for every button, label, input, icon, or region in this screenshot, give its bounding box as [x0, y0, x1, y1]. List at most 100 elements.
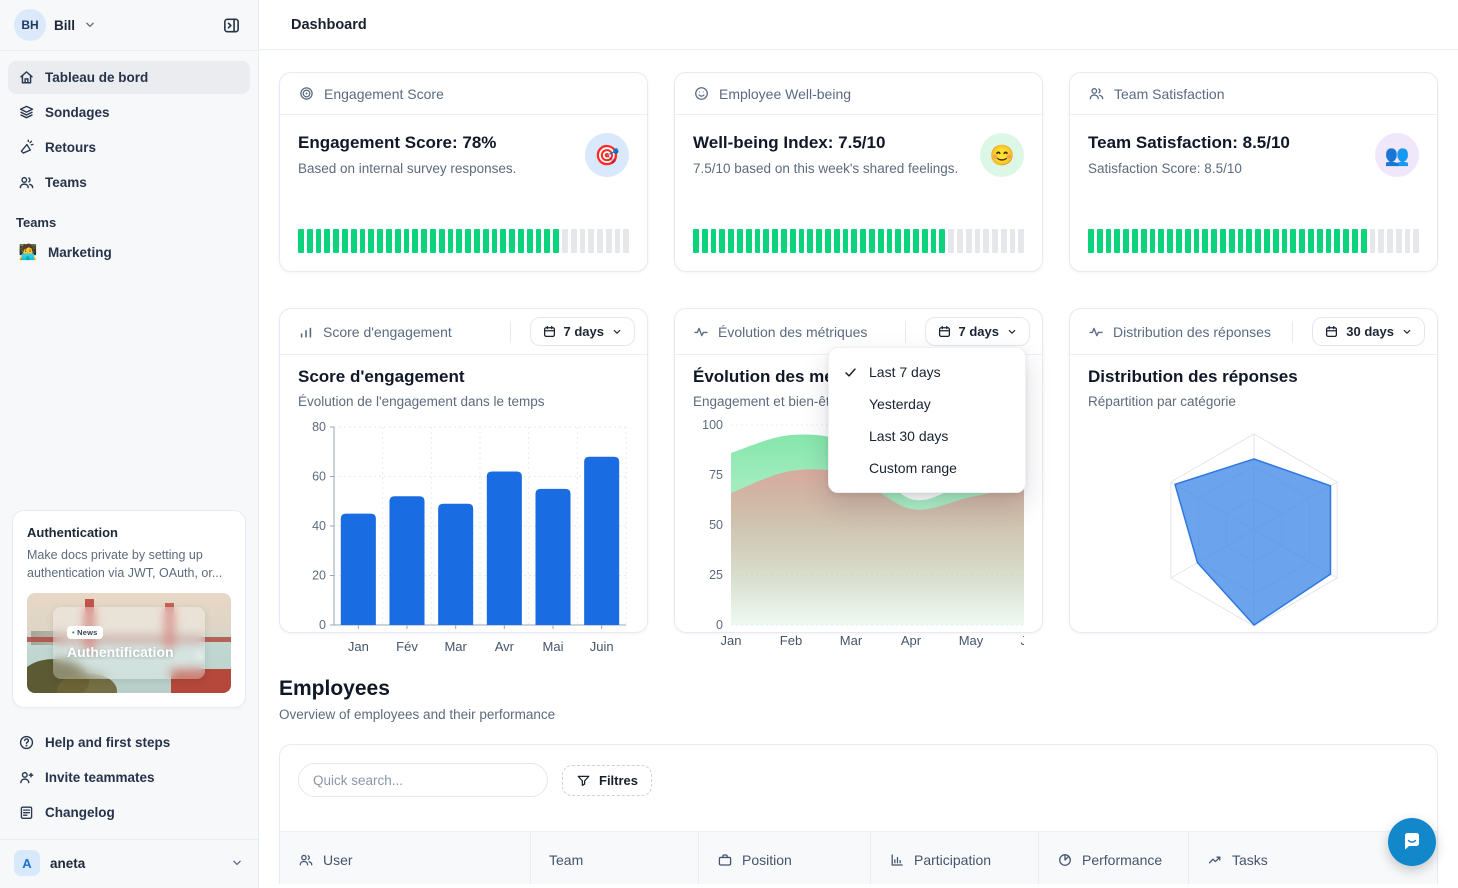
svg-text:100: 100	[702, 418, 723, 432]
svg-text:50: 50	[709, 518, 723, 532]
date-range-button[interactable]: 7 days	[530, 317, 635, 346]
chart-card-metrics-evolution: Évolution des métriques 7 days	[674, 308, 1043, 633]
progress-segment	[851, 229, 857, 253]
promo-image-caption: Authentification	[67, 644, 174, 660]
progress-segment	[1299, 229, 1305, 253]
progress-segment	[1413, 229, 1419, 253]
progress-segment	[799, 229, 805, 253]
chart-title: Distribution des réponses	[1088, 367, 1419, 387]
progress-segment	[913, 229, 919, 253]
column-header-position[interactable]: Position	[698, 832, 870, 884]
svg-text:Feb: Feb	[780, 633, 802, 648]
workspace-switcher[interactable]: A aneta	[0, 839, 258, 888]
column-header-performance[interactable]: Performance	[1038, 832, 1188, 884]
progress-segment	[825, 229, 831, 253]
progress-segment	[728, 229, 734, 253]
filters-button[interactable]: Filtres	[562, 765, 652, 796]
sidebar-item-feedback[interactable]: Retours	[8, 131, 250, 164]
menu-item-last-7-days[interactable]: Last 7 days	[829, 356, 1025, 388]
chat-launcher-button[interactable]	[1388, 818, 1436, 866]
progress-segment	[1264, 229, 1270, 253]
trend-up-icon	[1207, 852, 1223, 868]
sidebar-item-changelog[interactable]: Changelog	[8, 796, 250, 829]
svg-text:80: 80	[312, 420, 326, 434]
progress-segment	[948, 229, 954, 253]
progress-segment	[904, 229, 910, 253]
column-header-participation[interactable]: Participation	[870, 832, 1038, 884]
smiling-emoji-icon: 😊	[980, 133, 1024, 177]
menu-item-yesterday[interactable]: Yesterday	[829, 388, 1025, 420]
sidebar-item-invite[interactable]: Invite teammates	[8, 761, 250, 794]
bar-chart: 020406080JanFévMarAvrMaiJuin	[298, 415, 629, 661]
sidebar-item-surveys[interactable]: Sondages	[8, 96, 250, 129]
progress-segment	[1396, 229, 1402, 253]
sidebar-user-menu[interactable]: BH Bill	[0, 0, 258, 50]
column-header-team[interactable]: Team	[530, 832, 698, 884]
progress-segment	[483, 229, 489, 253]
stat-card-header: Employee Well-being	[675, 73, 1042, 115]
progress-segment	[492, 229, 498, 253]
stat-card-engagement: Engagement Score Engagement Score: 78% B…	[279, 72, 648, 272]
progress-segment	[1370, 229, 1376, 253]
promo-card-authentication[interactable]: Authentication Make docs private by sett…	[12, 510, 246, 709]
chevron-down-icon	[1401, 326, 1413, 338]
collapse-sidebar-icon[interactable]	[216, 10, 246, 40]
progress-segment	[1255, 229, 1261, 253]
progress-segment	[465, 229, 471, 253]
progress-segment	[509, 229, 515, 253]
sidebar-item-marketing[interactable]: 🧑‍💻 Marketing	[8, 236, 250, 268]
progress-segment	[1001, 229, 1007, 253]
stat-card-header-label: Engagement Score	[324, 86, 444, 102]
progress-segment	[1361, 229, 1367, 253]
progress-segment	[1141, 229, 1147, 253]
chat-bubble-icon	[1400, 830, 1424, 854]
progress-segment	[1106, 229, 1112, 253]
calendar-icon	[1324, 324, 1339, 339]
progress-segment	[922, 229, 928, 253]
sidebar-item-label: Changelog	[45, 805, 115, 820]
progress-segment	[1308, 229, 1314, 253]
employees-subtitle: Overview of employees and their performa…	[279, 707, 1438, 722]
menu-item-custom-range[interactable]: Custom range	[829, 452, 1025, 484]
svg-text:Fév: Fév	[396, 639, 418, 654]
progress-segment	[1114, 229, 1120, 253]
user-name: Bill	[54, 18, 75, 33]
sidebar-item-teams[interactable]: Teams	[8, 166, 250, 199]
progress-segment	[456, 229, 462, 253]
date-range-button[interactable]: 30 days	[1312, 317, 1425, 346]
stat-title: Engagement Score: 78%	[298, 133, 516, 153]
svg-text:40: 40	[312, 519, 326, 533]
column-header-user[interactable]: User	[280, 832, 530, 884]
main-area: Dashboard Engagement Score Engagement Sc…	[259, 0, 1458, 888]
dart-emoji-icon: 🎯	[585, 133, 629, 177]
date-range-button[interactable]: 7 days	[925, 317, 1030, 346]
chart-card-header-label: Distribution des réponses	[1113, 324, 1271, 340]
progress-segment	[860, 229, 866, 253]
chevron-down-icon	[230, 856, 244, 870]
progress-segment	[1194, 229, 1200, 253]
progress-segment	[1220, 229, 1226, 253]
workspace-name: aneta	[50, 856, 85, 871]
stat-card-body: Team Satisfaction: 8.5/10 Satisfaction S…	[1070, 115, 1437, 177]
svg-text:0: 0	[716, 618, 723, 632]
progress-segment	[1387, 229, 1393, 253]
news-badge: • News	[67, 626, 103, 639]
employees-section-header: Employees Overview of employees and thei…	[279, 677, 1438, 722]
menu-item-last-30-days[interactable]: Last 30 days	[829, 420, 1025, 452]
progress-segment	[448, 229, 454, 253]
sidebar-item-dashboard[interactable]: Tableau de bord	[8, 61, 250, 94]
progress-segment	[623, 229, 629, 253]
avatar: BH	[14, 9, 46, 41]
search-input[interactable]	[298, 763, 548, 797]
svg-text:60: 60	[312, 470, 326, 484]
progress-bar	[298, 229, 629, 253]
progress-segment	[1010, 229, 1016, 253]
svg-text:75: 75	[709, 468, 723, 482]
users-icon	[18, 174, 35, 191]
progress-segment	[975, 229, 981, 253]
sidebar-item-help[interactable]: Help and first steps	[8, 726, 250, 759]
progress-segment	[1097, 229, 1103, 253]
promo-image-golden-gate[interactable]: • News Authentification	[27, 593, 231, 693]
progress-segment	[939, 229, 945, 253]
progress-segment	[992, 229, 998, 253]
